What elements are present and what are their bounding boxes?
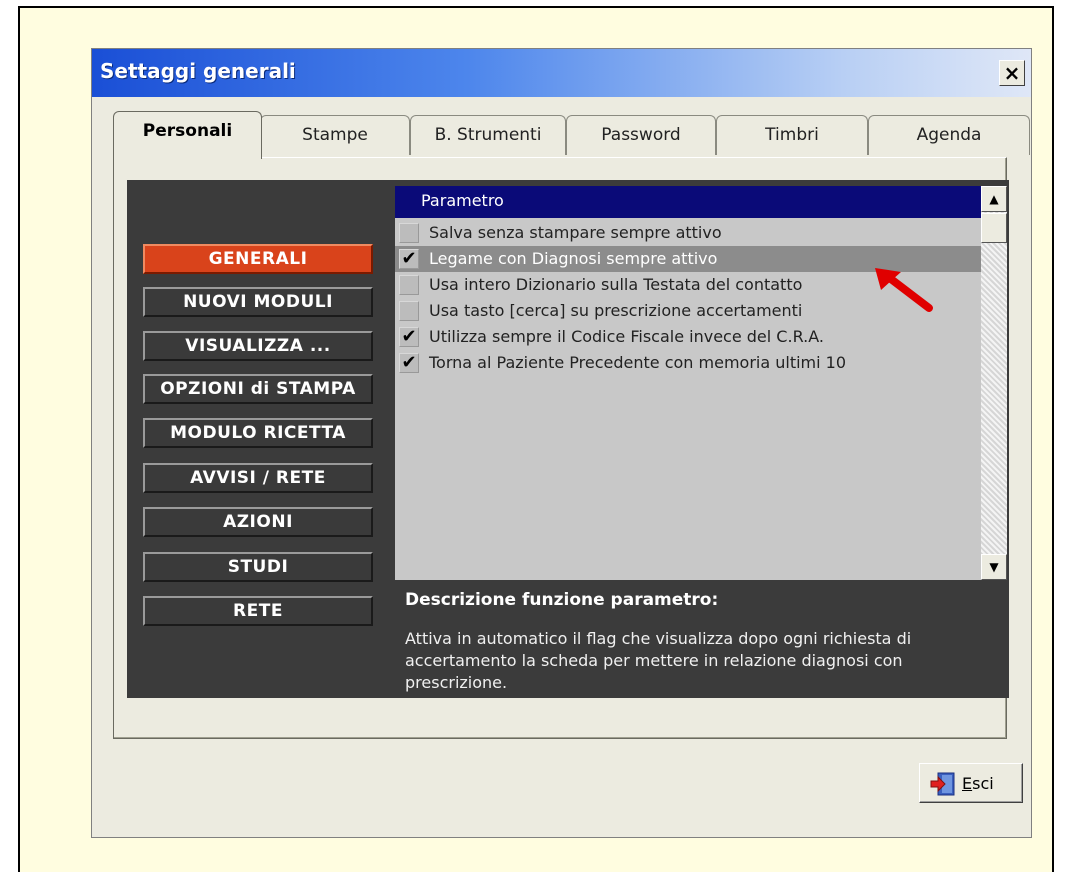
close-icon: × [1003,61,1021,85]
settings-dialog: Settaggi generali × Stampe B. Strumenti … [91,48,1032,838]
list-item-label: Utilizza sempre il Codice Fiscale invece… [429,327,824,346]
checkbox[interactable]: ✔ [399,249,419,269]
close-button[interactable]: × [999,60,1025,86]
sidebar-item-avvisi-rete[interactable]: AVVISI / RETE [143,463,373,493]
list-item[interactable]: ✔ Utilizza sempre il Codice Fiscale inve… [395,324,981,350]
scroll-up-icon: ▲ [989,192,999,206]
list-item[interactable]: ✔ Torna al Paziente Precedente con memor… [395,350,981,376]
sidebar-item-opzioni-stampa[interactable]: OPZIONI di STAMPA [143,374,373,404]
sidebar-item-rete[interactable]: RETE [143,596,373,626]
checkbox[interactable] [399,301,419,321]
tab-b-strumenti[interactable]: B. Strumenti [410,115,566,155]
list-item-label: Torna al Paziente Precedente con memoria… [429,353,847,372]
checkbox[interactable]: ✔ [399,327,419,347]
title-bar: Settaggi generali × [92,49,1031,97]
checkbox[interactable] [399,275,419,295]
tab-password[interactable]: Password [566,115,716,155]
sidebar-item-modulo-ricetta[interactable]: MODULO RICETTA [143,418,373,448]
scroll-down-button[interactable]: ▼ [981,554,1007,580]
list-item-label: Usa intero Dizionario sulla Testata del … [429,275,803,294]
scroll-up-button[interactable]: ▲ [981,186,1007,212]
tab-stampe[interactable]: Stampe [260,115,410,155]
sidebar-item-azioni[interactable]: AZIONI [143,507,373,537]
tab-agenda[interactable]: Agenda [868,115,1030,155]
parameter-list: Parametro Salva senza stampare sempre at… [395,186,1007,580]
settings-panel: GENERALI NUOVI MODULI VISUALIZZA ... OPZ… [127,180,1009,698]
red-arrow-icon [873,266,935,318]
vertical-scrollbar[interactable]: ▲ ▼ [981,186,1007,580]
list-header: Parametro [395,186,981,218]
sidebar-item-visualizza[interactable]: VISUALIZZA ... [143,331,373,361]
sidebar-item-generali[interactable]: GENERALI [143,244,373,274]
tab-personali[interactable]: Personali [113,111,262,159]
checkbox[interactable] [399,223,419,243]
dialog-title: Settaggi generali [100,59,296,83]
list-item-label: Usa tasto [cerca] su prescrizione accert… [429,301,803,320]
sidebar-item-nuovi-moduli[interactable]: NUOVI MODULI [143,287,373,317]
exit-button[interactable]: Esci [919,763,1023,803]
exit-button-label: Esci [962,774,994,793]
sidebar-item-studi[interactable]: STUDI [143,552,373,582]
tab-timbri[interactable]: Timbri [716,115,868,155]
scroll-down-icon: ▼ [989,560,999,574]
scroll-thumb[interactable] [981,213,1007,243]
list-item[interactable]: Salva senza stampare sempre attivo [395,220,981,246]
list-item-label: Legame con Diagnosi sempre attivo [429,249,718,268]
description-text: Attiva in automatico il flag che visuali… [405,629,912,692]
checkbox[interactable]: ✔ [399,353,419,373]
exit-door-icon [930,772,956,800]
list-item-label: Salva senza stampare sempre attivo [429,223,722,242]
description-title: Descrizione funzione parametro: [405,590,719,610]
outer-frame: Settaggi generali × Stampe B. Strumenti … [18,6,1054,872]
